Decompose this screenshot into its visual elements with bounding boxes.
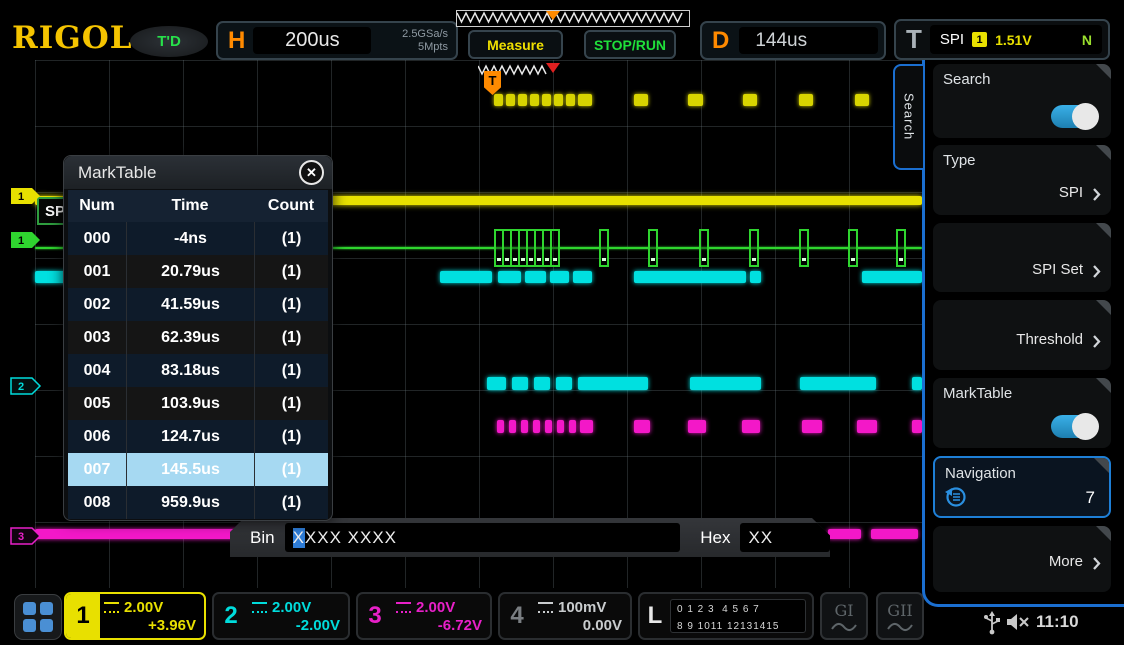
- trigger-source-badge: 1: [972, 32, 987, 47]
- marktable-body: 000-4ns(1)00120.79us(1)00241.59us(1)0036…: [68, 222, 328, 519]
- channel3-position-tag[interactable]: 3: [10, 527, 42, 545]
- svg-text:1: 1: [18, 191, 24, 203]
- search-menu-tab[interactable]: Search: [893, 64, 923, 170]
- column-header-time: Time: [126, 190, 254, 222]
- marktable-toggle[interactable]: [1051, 415, 1097, 438]
- column-header-num: Num: [68, 197, 126, 215]
- dc-coupling-icon: [252, 602, 267, 613]
- trigger-slope: N: [1082, 32, 1092, 48]
- channel3-offset: -6.72V: [396, 617, 482, 634]
- marktable-row[interactable]: 00483.18us(1): [68, 354, 328, 387]
- channel2-position-tag[interactable]: 2: [10, 377, 42, 395]
- navigation-icon: [945, 486, 967, 508]
- svg-text:1: 1: [18, 235, 24, 247]
- clock: 11:10: [1036, 612, 1079, 632]
- marktable-row[interactable]: 00241.59us(1): [68, 288, 328, 321]
- marktable-row[interactable]: 006124.7us(1): [68, 420, 328, 453]
- dc-coupling-icon: [104, 602, 119, 613]
- channel2-offset: -2.00V: [252, 617, 340, 634]
- menu-item-threshold[interactable]: Threshold: [933, 300, 1111, 370]
- sample-rate: 2.5GSa/s: [402, 28, 448, 40]
- delay-label: D: [712, 27, 729, 55]
- menu-item-marktable[interactable]: MarkTable: [933, 378, 1111, 448]
- stop-run-button[interactable]: STOP/RUN: [584, 30, 676, 59]
- generator1-box[interactable]: GI: [820, 592, 868, 640]
- marktable-title[interactable]: MarkTable: [64, 156, 332, 189]
- trigger-type: SPI: [940, 31, 964, 48]
- menu-item-type[interactable]: Type SPI: [933, 145, 1111, 215]
- mute-speaker-icon: [1006, 613, 1032, 631]
- measure-button[interactable]: Measure: [468, 30, 563, 59]
- channel2-scale: 2.00V: [272, 599, 311, 616]
- marktable-row[interactable]: 00362.39us(1): [68, 321, 328, 354]
- usb-icon: [984, 611, 1000, 635]
- marktable-row[interactable]: 005103.9us(1): [68, 387, 328, 420]
- dc-coupling-icon: [538, 602, 553, 613]
- channel2-box[interactable]: 2 2.00V -2.00V: [212, 592, 350, 640]
- trigger-position-marker-icon[interactable]: [546, 11, 560, 20]
- column-header-count: Count: [254, 190, 328, 222]
- search-menu: Search Type SPI SPI Set Threshold MarkTa…: [922, 60, 1124, 607]
- chevron-right-icon: [1092, 556, 1101, 571]
- dc-coupling-icon: [396, 602, 411, 613]
- trigger-status-badge: T'D: [130, 26, 208, 57]
- search-toggle[interactable]: [1051, 105, 1097, 128]
- horizontal-label: H: [228, 27, 245, 55]
- marktable-row[interactable]: 00120.79us(1): [68, 255, 328, 288]
- trigger-label: T: [906, 24, 922, 55]
- trigger-settings-box[interactable]: T SPI 1 1.51V N: [894, 19, 1110, 60]
- svg-text:3: 3: [18, 531, 24, 543]
- channel4-scale: 100mV: [558, 599, 606, 616]
- channel1-scale: 2.00V: [124, 599, 163, 616]
- channel3-scale: 2.00V: [416, 599, 455, 616]
- marktable-popup[interactable]: MarkTable ✕ Num Time Count 000-4ns(1)001…: [63, 155, 333, 521]
- channel1-box[interactable]: 1 2.00V +3.96V: [64, 592, 206, 640]
- navigation-count: 7: [1086, 488, 1095, 508]
- bin-value: XXXX XXXX: [285, 523, 681, 552]
- chevron-right-icon: [1092, 264, 1101, 279]
- menu-button[interactable]: [14, 594, 62, 640]
- close-icon[interactable]: ✕: [299, 160, 324, 185]
- oscilloscope-screen: RIGOL T'D H 200us 2.5GSa/s 5Mpts Measure…: [0, 0, 1124, 645]
- waveform-position-bar[interactable]: [456, 10, 690, 27]
- bin-label: Bin: [250, 528, 275, 548]
- logic-channels-box[interactable]: L 0 1 2 3 4 5 6 78 9 1011 12131415: [638, 592, 814, 640]
- sine-icon: [831, 620, 857, 632]
- memory-depth: 5Mpts: [418, 41, 448, 53]
- menu-item-navigation[interactable]: Navigation 7: [933, 456, 1111, 518]
- chevron-right-icon: [1092, 334, 1101, 349]
- channel1-offset: +3.96V: [104, 617, 196, 634]
- hex-value: XX: [740, 523, 830, 552]
- channel4-box[interactable]: 4 100mV 0.00V: [498, 592, 632, 640]
- trigger-point-icon: [546, 63, 560, 73]
- decode-bar: Bin XXXX XXXX Hex XX: [230, 518, 830, 557]
- menu-item-more[interactable]: More: [933, 526, 1111, 592]
- marktable-row[interactable]: 008959.9us(1): [68, 486, 328, 519]
- menu-item-spi-set[interactable]: SPI Set: [933, 223, 1111, 292]
- chevron-right-icon: [1092, 187, 1101, 202]
- horizontal-settings-box[interactable]: H 200us 2.5GSa/s 5Mpts: [216, 21, 458, 60]
- channel3-box[interactable]: 3 2.00V -6.72V: [356, 592, 492, 640]
- logic-row2: 8 9 1011 12131415: [677, 621, 779, 632]
- grid-icon: [23, 602, 53, 632]
- hex-label: Hex: [700, 528, 730, 548]
- generator2-box[interactable]: GII: [876, 592, 924, 640]
- rigol-logo: RIGOL: [12, 20, 133, 56]
- sine-icon: [887, 620, 913, 632]
- channel1-position-tag[interactable]: 1: [10, 187, 42, 205]
- delay-value[interactable]: 144us: [739, 27, 878, 54]
- trigger-level: 1.51V: [995, 32, 1032, 48]
- search-channel-position-tag[interactable]: 1: [10, 231, 42, 249]
- marktable-header: Num Time Count: [68, 190, 328, 222]
- logic-row1: 0 1 2 3 4 5 6 7: [677, 604, 760, 615]
- marktable-row[interactable]: 007145.5us(1): [68, 453, 328, 486]
- delay-settings-box[interactable]: D 144us: [700, 21, 886, 60]
- timebase-value[interactable]: 200us: [253, 27, 371, 54]
- marktable-row[interactable]: 000-4ns(1): [68, 222, 328, 255]
- menu-item-search[interactable]: Search: [933, 64, 1111, 138]
- svg-text:2: 2: [18, 381, 24, 393]
- channel4-offset: 0.00V: [538, 617, 622, 634]
